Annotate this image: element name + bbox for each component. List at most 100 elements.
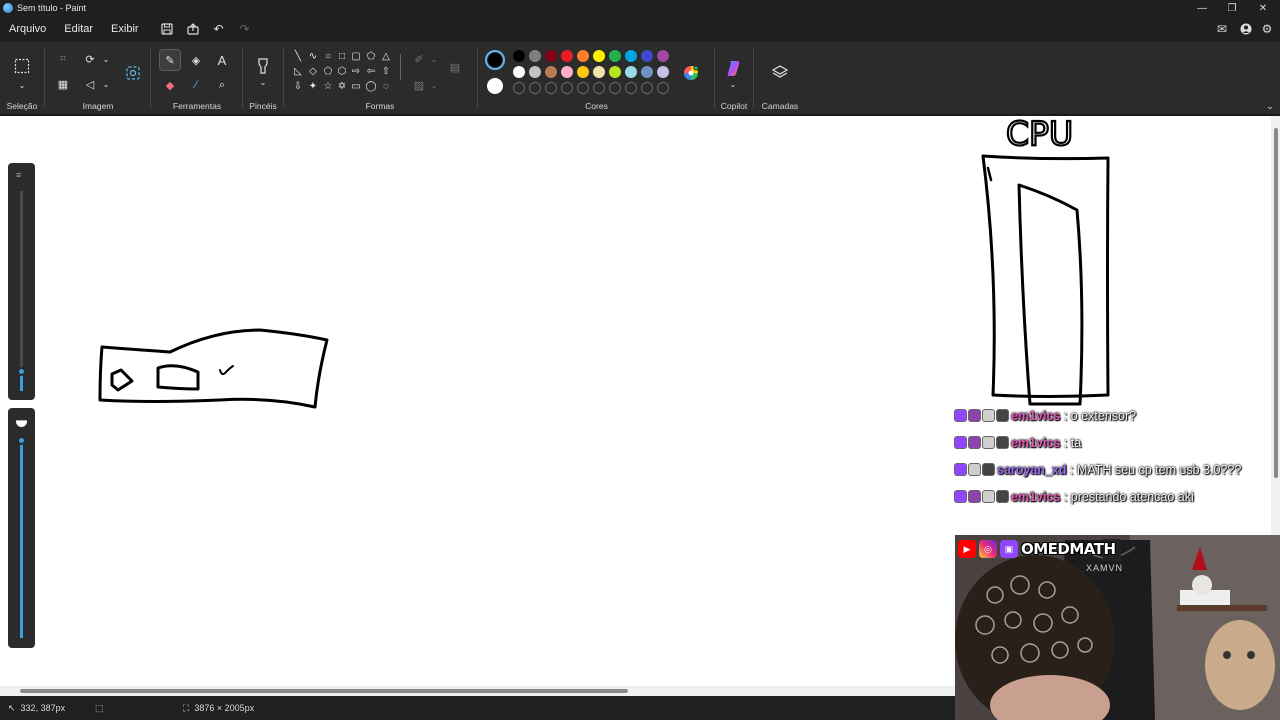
horizontal-scrollbar[interactable]	[0, 686, 955, 696]
rotate-dropdown-icon[interactable]: ⌄	[97, 50, 115, 68]
vertical-scrollbar[interactable]	[1271, 116, 1280, 536]
copilot-dropdown-icon[interactable]: ⌄	[724, 75, 742, 93]
palette-color-swatch[interactable]	[529, 66, 541, 78]
up-arrow-shape-icon[interactable]: ⇧	[379, 64, 393, 78]
opacity-slider[interactable]	[8, 408, 35, 648]
pencil-icon[interactable]: ✎	[159, 49, 181, 71]
diamond-shape-icon[interactable]: ◇	[306, 64, 320, 78]
rect-select-icon[interactable]	[12, 56, 32, 76]
palette-color-swatch[interactable]	[609, 66, 621, 78]
palette-color-swatch[interactable]	[513, 66, 525, 78]
palette-color-swatch[interactable]	[641, 50, 653, 62]
eraser-icon[interactable]: ◆	[161, 76, 179, 94]
rounded-rectangle-shape-icon[interactable]: ▢	[349, 49, 363, 63]
outline-dropdown-icon[interactable]: ⌄	[425, 50, 443, 68]
brush-size-track[interactable]	[20, 191, 23, 391]
oval-shape-icon[interactable]: ○	[321, 49, 335, 63]
pentagon-shape-icon[interactable]: ⬠	[321, 64, 335, 78]
brush-size-handle[interactable]	[17, 367, 26, 376]
menu-view[interactable]: Exibir	[102, 18, 148, 40]
cursor-icon: ↖	[8, 702, 16, 713]
secondary-color-button[interactable]	[487, 78, 503, 94]
hexagon-shape-icon[interactable]: ⬡	[335, 64, 349, 78]
palette-color-swatch[interactable]	[545, 66, 557, 78]
edit-colors-icon[interactable]	[681, 63, 701, 83]
minimize-icon[interactable]: —	[1187, 0, 1217, 16]
polygon-shape-icon[interactable]: ⬠	[364, 49, 378, 63]
collapse-ribbon-icon[interactable]: ⌄	[1261, 97, 1279, 115]
save-icon[interactable]	[154, 18, 180, 40]
crop-icon[interactable]: ⌗	[54, 50, 72, 68]
maximize-icon[interactable]: ❐	[1217, 0, 1247, 16]
custom-color-slot[interactable]	[577, 82, 589, 94]
palette-color-swatch[interactable]	[593, 66, 605, 78]
group-label-layers: Camadas	[761, 101, 799, 111]
palette-color-swatch[interactable]	[609, 50, 621, 62]
rectangle-shape-icon[interactable]: □	[335, 49, 349, 63]
five-point-star-shape-icon[interactable]: ☆	[321, 79, 335, 93]
undo-icon[interactable]: ↶	[206, 18, 232, 40]
shapes-gallery-scrollbar[interactable]	[400, 54, 401, 80]
callout-oval-shape-icon[interactable]: ◯	[364, 79, 378, 93]
flip-dropdown-icon[interactable]: ⌄	[97, 75, 115, 93]
palette-color-swatch[interactable]	[657, 66, 669, 78]
custom-color-slot[interactable]	[529, 82, 541, 94]
brush-size-slider[interactable]: ≡	[8, 163, 35, 400]
layers-icon[interactable]	[770, 62, 790, 82]
callout-rect-shape-icon[interactable]: ▭	[349, 79, 363, 93]
custom-color-slot[interactable]	[609, 82, 621, 94]
six-point-star-shape-icon[interactable]: ✡	[335, 79, 349, 93]
palette-color-swatch[interactable]	[657, 50, 669, 62]
four-point-star-shape-icon[interactable]: ✦	[306, 79, 320, 93]
chat-badge-icon	[955, 410, 966, 421]
shape-size-icon[interactable]: ▤	[445, 58, 465, 76]
selection-dropdown-icon[interactable]: ⌄	[13, 76, 31, 94]
image-edit-icon[interactable]	[122, 63, 144, 83]
palette-color-swatch[interactable]	[561, 50, 573, 62]
custom-color-slot[interactable]	[561, 82, 573, 94]
fill-bucket-icon[interactable]: ◈	[187, 51, 205, 69]
redo-icon[interactable]: ↷	[232, 18, 258, 40]
palette-color-swatch[interactable]	[561, 66, 573, 78]
right-arrow-shape-icon[interactable]: ⇨	[349, 64, 363, 78]
background-removal-icon[interactable]: ▦	[54, 75, 72, 93]
palette-color-swatch[interactable]	[577, 66, 589, 78]
line-shape-icon[interactable]: ╲	[291, 49, 305, 63]
settings-gear-icon[interactable]: ⚙	[1257, 20, 1277, 38]
account-icon[interactable]	[1236, 20, 1256, 38]
magnifier-icon[interactable]: ⌕	[213, 76, 231, 94]
palette-color-swatch[interactable]	[513, 50, 525, 62]
custom-color-slot[interactable]	[545, 82, 557, 94]
down-arrow-shape-icon[interactable]: ⇩	[291, 79, 305, 93]
custom-color-slot[interactable]	[641, 82, 653, 94]
color-picker-icon[interactable]: ⁄	[187, 76, 205, 94]
left-arrow-shape-icon[interactable]: ⇦	[364, 64, 378, 78]
palette-color-swatch[interactable]	[529, 50, 541, 62]
palette-color-swatch[interactable]	[625, 66, 637, 78]
menu-file[interactable]: Arquivo	[0, 18, 55, 40]
close-icon[interactable]: ✕	[1248, 0, 1278, 16]
palette-color-swatch[interactable]	[625, 50, 637, 62]
brush-dropdown-icon[interactable]: ⌄	[254, 73, 272, 91]
palette-color-swatch[interactable]	[545, 50, 557, 62]
horizontal-scrollbar-thumb[interactable]	[20, 689, 628, 693]
custom-color-slot[interactable]	[593, 82, 605, 94]
custom-color-slot[interactable]	[625, 82, 637, 94]
text-tool-icon[interactable]: A	[213, 51, 231, 69]
callout-cloud-shape-icon[interactable]: ◌	[379, 79, 393, 93]
triangle-shape-icon[interactable]: △	[379, 49, 393, 63]
palette-color-swatch[interactable]	[593, 50, 605, 62]
vertical-scrollbar-thumb[interactable]	[1274, 128, 1278, 478]
opacity-handle[interactable]	[17, 436, 26, 445]
custom-color-slot[interactable]	[657, 82, 669, 94]
palette-color-swatch[interactable]	[641, 66, 653, 78]
right-triangle-shape-icon[interactable]: ◺	[291, 64, 305, 78]
primary-color-button[interactable]	[485, 50, 505, 70]
fill-dropdown-icon[interactable]: ⌄	[425, 76, 443, 94]
feedback-icon[interactable]: ✉	[1212, 20, 1232, 38]
curve-shape-icon[interactable]: ∿	[306, 49, 320, 63]
share-icon[interactable]	[180, 18, 206, 40]
palette-color-swatch[interactable]	[577, 50, 589, 62]
menu-edit[interactable]: Editar	[55, 18, 102, 40]
custom-color-slot[interactable]	[513, 82, 525, 94]
